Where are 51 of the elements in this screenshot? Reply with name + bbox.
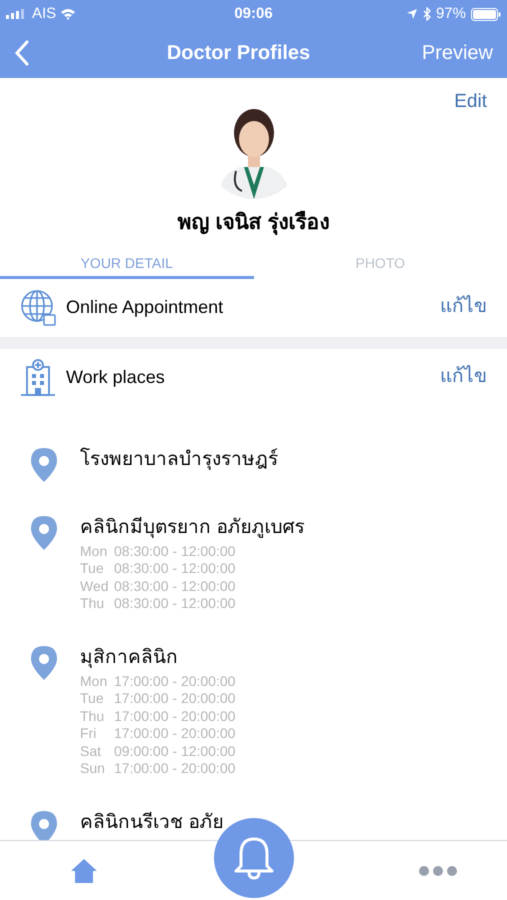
opening-hours: 17:00:00 - 20:00:00	[114, 708, 236, 725]
battery-icon	[471, 8, 501, 20]
location-pin-icon	[30, 644, 58, 680]
weekday: Mon	[80, 542, 108, 560]
location-pin-icon	[30, 446, 58, 482]
opening-hours: 17:00:00 - 20:00:00	[114, 760, 236, 778]
back-chevron-icon	[14, 40, 30, 66]
edit-link[interactable]: แก้ไข	[440, 293, 487, 322]
globe-calendar-icon	[20, 288, 56, 326]
opening-hours: 09:00:00 - 12:00:00	[114, 742, 236, 760]
preview-button[interactable]: Preview	[402, 38, 493, 68]
work-place-name: คลินิกนรีเวช อภัย	[80, 810, 224, 834]
work-place-name: คลินิกมีบุตรยาก อภัยภูเบศร	[80, 516, 304, 540]
weekday: Sun	[80, 760, 106, 778]
hospital-building-icon	[20, 358, 56, 396]
section-title: Work places	[66, 366, 166, 389]
weekday: Mon	[80, 672, 108, 690]
home-tab[interactable]	[70, 858, 98, 884]
tab[interactable]: YOUR DETAIL	[0, 250, 254, 278]
work-place-name: มุสิกาคลินิก	[80, 646, 179, 670]
bell-icon	[233, 836, 275, 880]
opening-hours: 17:00:00 - 20:00:00	[114, 725, 236, 742]
opening-hours: 08:30:00 - 12:00:00	[114, 595, 236, 612]
weekday: Sat	[80, 742, 102, 760]
opening-hours: 08:30:00 - 12:00:00	[114, 578, 236, 595]
weekday: Fri	[80, 725, 98, 742]
location-pin-icon	[30, 810, 58, 840]
opening-hours: 17:00:00 - 20:00:00	[114, 672, 236, 690]
section-title: Online Appointment	[66, 296, 224, 319]
weekday: Tue	[80, 690, 105, 708]
weekday: Thu	[80, 595, 106, 612]
edit-button[interactable]: Edit	[454, 88, 487, 108]
weekday: Thu	[80, 708, 106, 725]
wifi-icon	[60, 8, 76, 20]
clock: 09:06	[234, 4, 273, 24]
doctor-name: พญ เจนิส รุ่งเรือง	[178, 210, 330, 237]
edit-link[interactable]: แก้ไข	[440, 363, 487, 392]
bluetooth-icon	[422, 7, 431, 21]
carrier-name: AIS	[32, 4, 56, 24]
more-button[interactable]	[419, 866, 457, 876]
opening-hours: 08:30:00 - 12:00:00	[114, 560, 236, 578]
battery-percent: 97%	[436, 4, 466, 24]
work-place-name: โรงพยาบาลบำรุงราษฎร์	[80, 446, 278, 472]
opening-hours: 17:00:00 - 20:00:00	[114, 690, 236, 708]
weekday: Wed	[80, 578, 110, 595]
location-pin-icon	[30, 514, 58, 550]
location-arrow-icon	[406, 8, 418, 20]
weekday: Tue	[80, 560, 105, 578]
screen-title: Doctor Profiles	[166, 41, 310, 66]
opening-hours: 08:30:00 - 12:00:00	[114, 542, 236, 560]
home-icon	[70, 858, 98, 884]
